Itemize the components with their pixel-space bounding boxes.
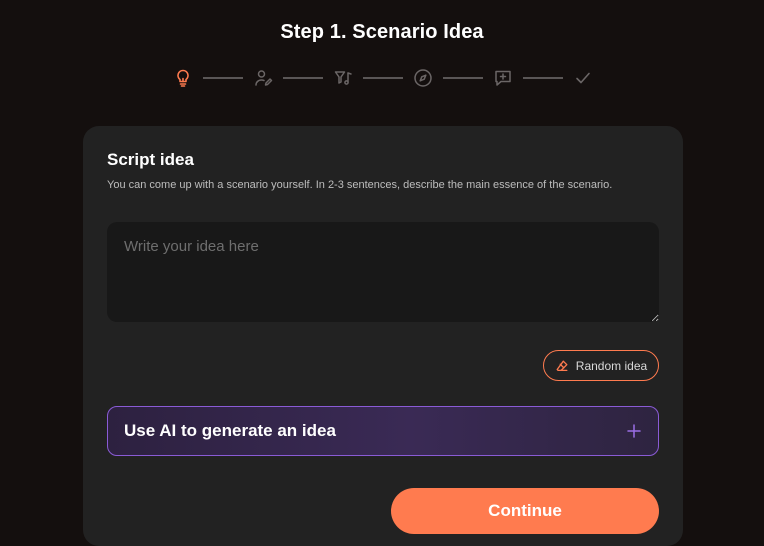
compass-icon[interactable] <box>412 67 434 89</box>
script-idea-card: Script idea You can come up with a scena… <box>83 126 683 546</box>
progress-stepper <box>172 66 592 90</box>
stepper-connector <box>203 77 243 79</box>
message-plus-icon[interactable] <box>492 67 514 89</box>
lightbulb-icon[interactable] <box>172 67 194 89</box>
stepper-connector <box>523 77 563 79</box>
card-title: Script idea <box>107 150 194 169</box>
idea-textarea[interactable] <box>107 222 659 322</box>
stepper-connector <box>443 77 483 79</box>
user-edit-icon[interactable] <box>252 67 274 89</box>
ai-generate-label: Use AI to generate an idea <box>124 421 336 440</box>
random-idea-label: Random idea <box>575 358 648 373</box>
continue-button[interactable]: Continue <box>391 488 659 534</box>
ai-generate-panel[interactable]: Use AI to generate an idea <box>107 406 659 456</box>
stepper-connector <box>363 77 403 79</box>
filter-music-icon[interactable] <box>332 67 354 89</box>
stepper-connector <box>283 77 323 79</box>
page-title: Step 1. Scenario Idea <box>280 21 484 43</box>
random-idea-button[interactable]: Random idea <box>543 350 659 381</box>
plus-icon <box>626 423 642 439</box>
checkmark-icon[interactable] <box>572 67 594 89</box>
card-description: You can come up with a scenario yourself… <box>107 179 613 191</box>
eraser-icon <box>555 359 569 373</box>
